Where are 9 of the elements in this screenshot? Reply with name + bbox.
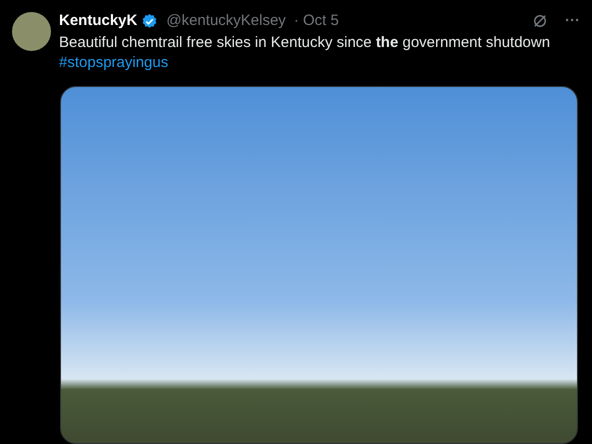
hashtag-link[interactable]: #stopsprayingus <box>59 53 168 73</box>
post-date[interactable]: · Oct 5 <box>294 10 339 32</box>
slashed-circle-icon[interactable] <box>531 12 549 30</box>
post-text: Beautiful chemtrail free skies in Kentucky since the government shutdown <box>59 33 552 53</box>
author-name[interactable]: KentuckyK <box>59 10 138 32</box>
author-handle[interactable]: @kentuckyKelsey <box>166 10 286 32</box>
avatar[interactable] <box>12 12 51 51</box>
more-button[interactable]: ··· <box>565 10 580 32</box>
photo-placeholder[interactable] <box>60 86 578 444</box>
